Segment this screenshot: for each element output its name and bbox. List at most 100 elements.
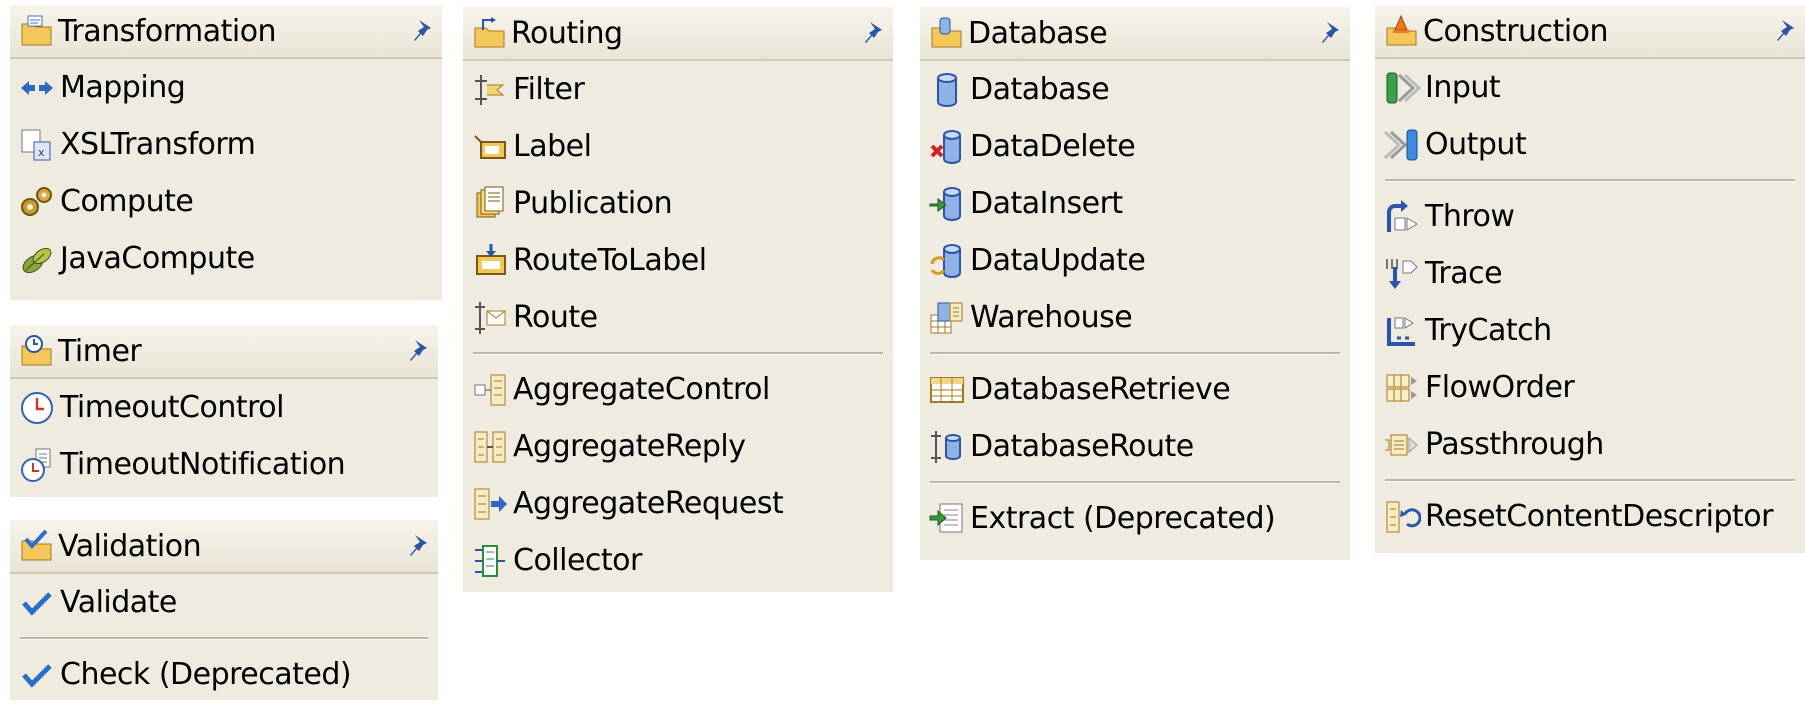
palette-item-datadelete[interactable]: DataDelete xyxy=(920,118,1350,175)
palette-item-trycatch[interactable]: TryCatch xyxy=(1375,302,1805,359)
item-label: Warehouse xyxy=(970,300,1133,335)
drawer-title: Database xyxy=(968,15,1108,51)
item-label: Input xyxy=(1425,70,1501,105)
item-label: Route xyxy=(513,300,598,335)
palette-item-validate[interactable]: Validate xyxy=(10,574,438,631)
palette-item-publication[interactable]: Publication xyxy=(463,175,893,232)
mapping-icon xyxy=(21,80,53,95)
item-label: XSLTransform xyxy=(60,127,256,162)
palette-item-check-deprecated[interactable]: Check (Deprecated) xyxy=(10,646,438,703)
drawer-database: Database Database DataDelete DataInsert … xyxy=(920,7,1350,560)
palette-item-route[interactable]: Route xyxy=(463,289,893,346)
separator xyxy=(930,481,1340,484)
drawer-routing: Routing Filter Label Publication RouteTo… xyxy=(463,7,893,592)
palette-item-label[interactable]: Label xyxy=(463,118,893,175)
palette-item-throw[interactable]: Throw xyxy=(1375,188,1805,245)
publication-icon xyxy=(476,186,504,217)
palette-item-databaseretrieve[interactable]: DatabaseRetrieve xyxy=(920,361,1350,418)
gears-icon xyxy=(21,186,52,216)
pin-icon[interactable] xyxy=(410,16,436,44)
item-label: Extract (Deprecated) xyxy=(970,501,1276,536)
item-label: AggregateRequest xyxy=(513,486,784,521)
item-label: Label xyxy=(513,129,592,164)
database-update-icon xyxy=(930,243,961,278)
database-route-icon xyxy=(931,430,961,463)
palette-item-javacompute[interactable]: JavaCompute xyxy=(10,230,442,287)
input-node-icon xyxy=(1386,72,1421,103)
drawer-title: Routing xyxy=(511,15,623,51)
pin-icon[interactable] xyxy=(861,18,887,46)
separator xyxy=(1385,479,1795,482)
item-label: JavaCompute xyxy=(60,241,255,276)
checkmark-icon xyxy=(22,591,52,616)
item-label: AggregateControl xyxy=(513,372,770,407)
drawer-header-validation[interactable]: Validation xyxy=(10,520,438,574)
item-label: AggregateReply xyxy=(513,429,746,464)
palette-item-xsltransform[interactable]: x XSLTransform xyxy=(10,116,442,173)
palette-item-timeoutcontrol[interactable]: TimeoutControl xyxy=(10,379,438,436)
palette-item-databaseroute[interactable]: DatabaseRoute xyxy=(920,418,1350,475)
palette-item-aggregatereply[interactable]: AggregateReply xyxy=(463,418,893,475)
item-label: DataUpdate xyxy=(970,243,1146,278)
palette-item-warehouse[interactable]: Warehouse xyxy=(920,289,1350,346)
try-catch-icon xyxy=(1387,316,1415,346)
palette-item-routetolabel[interactable]: RouteToLabel xyxy=(463,232,893,289)
drawer-title: Validation xyxy=(58,528,202,564)
pin-icon[interactable] xyxy=(406,336,432,364)
checkmark-icon xyxy=(22,663,52,688)
item-label: DataDelete xyxy=(970,129,1136,164)
flow-order-icon xyxy=(1386,374,1417,401)
palette-item-collector[interactable]: Collector xyxy=(463,532,893,589)
separator xyxy=(20,637,428,640)
palette-item-resetcontentdescriptor[interactable]: ResetContentDescriptor xyxy=(1375,488,1805,545)
folder-construction-icon xyxy=(1386,14,1417,46)
pin-icon[interactable] xyxy=(1773,16,1799,44)
drawer-timer: Timer TimeoutControl TimeoutNotification xyxy=(10,325,438,497)
palette-item-compute[interactable]: Compute xyxy=(10,173,442,230)
item-label: RouteToLabel xyxy=(513,243,707,278)
separator xyxy=(930,352,1340,355)
palette-item-input[interactable]: Input xyxy=(1375,59,1805,116)
aggregate-request-icon xyxy=(474,488,507,519)
palette-item-aggregatecontrol[interactable]: AggregateControl xyxy=(463,361,893,418)
palette-item-mapping[interactable]: Mapping xyxy=(10,59,442,116)
item-label: Database xyxy=(970,72,1110,107)
filter-icon xyxy=(475,74,505,105)
palette-item-datainsert[interactable]: DataInsert xyxy=(920,175,1350,232)
drawer-header-database[interactable]: Database xyxy=(920,7,1350,61)
item-label: TimeoutControl xyxy=(60,390,285,425)
drawer-header-timer[interactable]: Timer xyxy=(10,325,438,379)
passthrough-icon xyxy=(1385,434,1418,455)
palette-item-extract-deprecated[interactable]: Extract (Deprecated) xyxy=(920,490,1350,547)
item-label: DataInsert xyxy=(970,186,1123,221)
drawer-title: Timer xyxy=(58,333,142,369)
palette-item-dataupdate[interactable]: DataUpdate xyxy=(920,232,1350,289)
item-label: Passthrough xyxy=(1425,427,1604,462)
palette-item-passthrough[interactable]: Passthrough xyxy=(1375,416,1805,473)
drawer-title: Transformation xyxy=(58,13,277,49)
route-icon xyxy=(475,301,506,334)
drawer-header-transformation[interactable]: Transformation xyxy=(10,5,442,59)
palette-item-floworder[interactable]: FlowOrder xyxy=(1375,359,1805,416)
drawer-transformation: Transformation Mapping x XSLTransform Co… xyxy=(10,5,442,300)
aggregate-control-icon xyxy=(474,374,506,405)
route-to-label-icon xyxy=(476,243,506,275)
trace-icon xyxy=(1386,258,1418,289)
item-label: Compute xyxy=(60,184,194,219)
drawer-header-construction[interactable]: Construction xyxy=(1375,5,1805,59)
drawer-construction: Construction Input Output Throw Trace Tr… xyxy=(1375,5,1805,553)
palette-item-trace[interactable]: Trace xyxy=(1375,245,1805,302)
palette-item-timeoutnotification[interactable]: TimeoutNotification xyxy=(10,436,438,493)
drawer-header-routing[interactable]: Routing xyxy=(463,7,893,61)
palette-item-aggregaterequest[interactable]: AggregateRequest xyxy=(463,475,893,532)
item-label: Mapping xyxy=(60,70,186,105)
pin-icon[interactable] xyxy=(1318,18,1344,46)
item-label: Output xyxy=(1425,127,1527,162)
palette-item-database[interactable]: Database xyxy=(920,61,1350,118)
item-label: Check (Deprecated) xyxy=(60,657,352,692)
folder-check-icon xyxy=(21,529,52,561)
pin-icon[interactable] xyxy=(406,531,432,559)
warehouse-icon xyxy=(930,302,963,333)
palette-item-output[interactable]: Output xyxy=(1375,116,1805,173)
palette-item-filter[interactable]: Filter xyxy=(463,61,893,118)
